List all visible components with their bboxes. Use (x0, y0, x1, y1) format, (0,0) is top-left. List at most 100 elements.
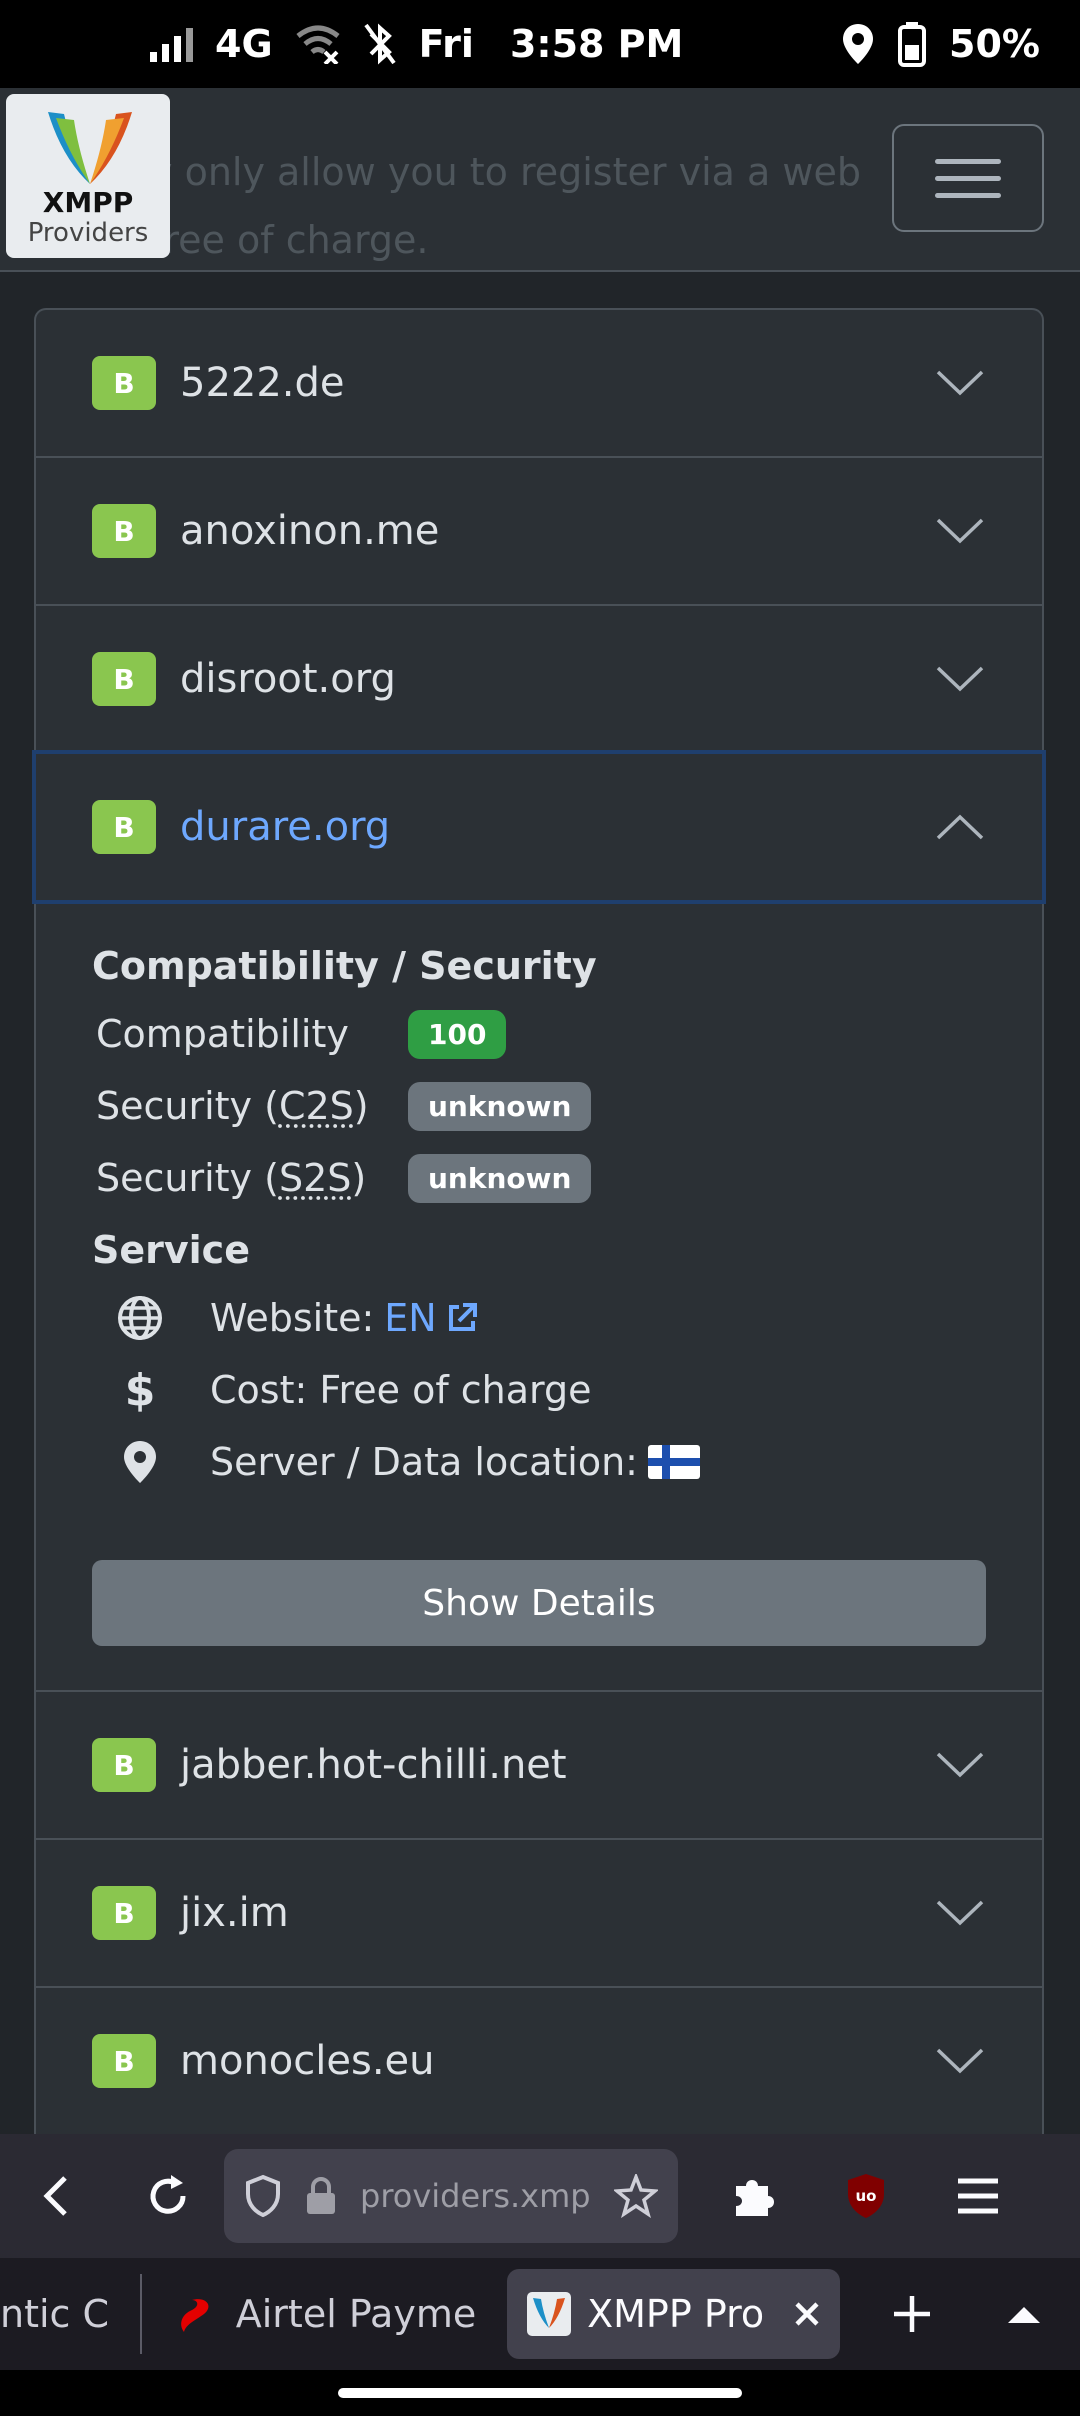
url-text: providers.xmpp.net (360, 2177, 592, 2215)
provider-header-5222-de[interactable]: B 5222.de (36, 310, 1042, 456)
map-pin-icon (114, 1436, 166, 1488)
browser-toolbar: providers.xmpp.net uo (0, 2134, 1080, 2258)
security-s2s-row: Security (S2S) unknown (92, 1142, 986, 1214)
provider-header-durare-org[interactable]: B durare.org (32, 750, 1046, 904)
airtel-favicon-icon (180, 2299, 209, 2332)
bookmark-star-icon[interactable] (614, 2174, 658, 2218)
provider-item: B jabber.hot-chilli.net (36, 1692, 1042, 1840)
provider-header-jabber-hot-chilli-net[interactable]: B jabber.hot-chilli.net (36, 1692, 1042, 1838)
rating-badge: B (92, 356, 156, 410)
provider-item: B monocles.eu (36, 1988, 1042, 2134)
tab-tray-button[interactable] (968, 2258, 1080, 2370)
provider-item: B jix.im (36, 1840, 1042, 1988)
ublock-button[interactable]: uo (810, 2134, 922, 2258)
finland-flag-icon (647, 1445, 700, 1479)
show-details-button[interactable]: Show Details (92, 1560, 986, 1646)
rating-badge: B (92, 652, 156, 706)
chevron-down-icon (936, 1752, 984, 1778)
reload-icon (150, 2175, 186, 2214)
location-label: Server / Data location: (210, 1440, 638, 1484)
website-label: Website: (210, 1296, 375, 1340)
provider-name: 5222.de (180, 360, 345, 406)
close-tab-icon[interactable] (794, 2301, 820, 2327)
provider-accordion: B 5222.de B anoxinon.me B disroot.org B … (32, 308, 1046, 2134)
back-button[interactable] (0, 2134, 112, 2258)
s2s-abbr[interactable]: S2S (279, 1156, 351, 1200)
network-type: 4G (215, 22, 273, 66)
menu-icon (935, 158, 1001, 164)
triangle-up-icon (1008, 2307, 1041, 2323)
site-logo[interactable]: XMPP Providers (6, 94, 170, 258)
provider-header-disroot-org[interactable]: B disroot.org (36, 606, 1042, 752)
gesture-nav-bar (0, 2370, 1080, 2416)
xmpp-favicon-icon (527, 2292, 572, 2336)
status-day: Fri (418, 22, 474, 66)
chevron-up-icon (936, 814, 984, 840)
provider-name: jabber.hot-chilli.net (180, 1742, 567, 1788)
provider-name: disroot.org (180, 656, 396, 702)
url-bar[interactable]: providers.xmpp.net (224, 2149, 678, 2243)
tab-strip: ntic C Airtel Payme XMPP Pro (0, 2258, 1080, 2370)
back-arrow-icon (43, 2176, 67, 2216)
security-s2s-label: Security (S2S) (96, 1156, 367, 1200)
rating-badge: B (92, 2034, 156, 2088)
status-time: 3:58 PM (509, 22, 684, 66)
menu-icon (958, 2178, 998, 2214)
c2s-abbr[interactable]: C2S (279, 1084, 354, 1128)
plus-icon (894, 2296, 931, 2332)
chevron-down-icon (936, 370, 984, 396)
compatibility-row: Compatibility 100 (92, 998, 986, 1070)
chevron-down-icon (936, 1900, 984, 1926)
battery-level: 50% (949, 22, 1040, 66)
tab-xmpp-providers[interactable]: XMPP Pro (507, 2269, 841, 2359)
external-link-icon (448, 1303, 477, 1331)
rating-badge: B (92, 1886, 156, 1940)
website-row: Website: EN (92, 1282, 986, 1354)
ublock-origin-icon: uo (848, 2174, 884, 2218)
new-tab-button[interactable] (856, 2258, 968, 2370)
provider-item-expanded: B durare.org Compatibility / Security Co… (32, 750, 1046, 1692)
website-link-en[interactable]: EN (384, 1296, 478, 1340)
bluetooth-off-icon (364, 23, 396, 65)
compatibility-badge: 100 (408, 1009, 507, 1059)
provider-details-panel: Compatibility / Security Compatibility 1… (36, 900, 1042, 1690)
xmpp-logo-icon (48, 112, 132, 184)
globe-icon (114, 1292, 166, 1344)
signal-icon (150, 26, 193, 62)
logo-subtitle: Providers (27, 218, 149, 248)
home-handle[interactable] (338, 2388, 742, 2398)
wifi-off-icon (296, 25, 340, 64)
rating-badge: B (92, 504, 156, 558)
provider-item: B anoxinon.me (36, 458, 1042, 606)
svg-text:uo: uo (856, 2187, 877, 2205)
provider-item: B 5222.de (36, 310, 1042, 458)
chevron-down-icon (936, 518, 984, 544)
cost-row: $ Cost: Free of charge (92, 1354, 986, 1426)
provider-header-anoxinon-me[interactable]: B anoxinon.me (36, 458, 1042, 604)
provider-name: monocles.eu (180, 2038, 435, 2084)
provider-name: jix.im (180, 1890, 289, 1936)
provider-header-jix-im[interactable]: B jix.im (36, 1840, 1042, 1986)
reload-button[interactable] (112, 2134, 224, 2258)
chevron-down-icon (936, 2048, 984, 2074)
location-row: Server / Data location: (92, 1426, 986, 1498)
browser-menu-button[interactable] (922, 2134, 1034, 2258)
security-c2s-badge: unknown (408, 1081, 592, 1131)
tab-airtel[interactable]: Airtel Payme (142, 2269, 501, 2359)
tab-previous[interactable]: ntic C (0, 2269, 140, 2359)
location-icon (843, 24, 874, 64)
site-navbar: y only allow you to register via a web f… (0, 88, 1080, 272)
puzzle-icon (736, 2180, 774, 2216)
rating-badge: B (92, 800, 156, 854)
security-c2s-row: Security (C2S) unknown (92, 1070, 986, 1142)
provider-item: B disroot.org (36, 606, 1042, 754)
dollar-icon: $ (124, 1364, 156, 1416)
provider-header-monocles-eu[interactable]: B monocles.eu (36, 1988, 1042, 2134)
shield-icon (246, 2174, 280, 2218)
service-heading: Service (92, 1228, 250, 1272)
chevron-down-icon (936, 666, 984, 692)
provider-name: anoxinon.me (180, 508, 440, 554)
extensions-button[interactable] (698, 2134, 810, 2258)
compat-security-heading: Compatibility / Security (92, 944, 597, 988)
menu-toggle-button[interactable] (892, 124, 1044, 232)
